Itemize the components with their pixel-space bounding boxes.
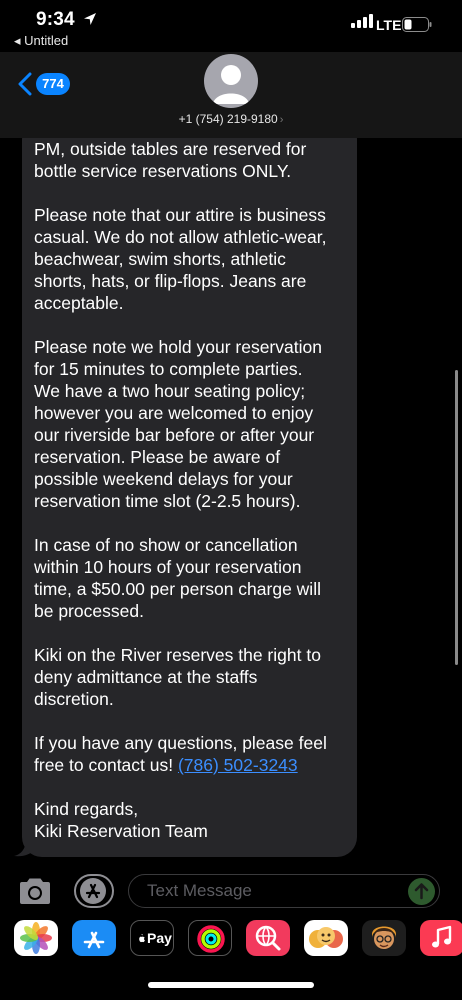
apple-pay-icon [139,933,145,943]
home-indicator[interactable] [148,982,314,988]
fitness-icon [197,925,225,953]
compose-bar [0,864,462,920]
status-bar: 9:34 ◂ Untitled LTE [0,0,462,52]
chevron-right-icon: › [279,114,284,126]
location-arrow-icon [84,13,96,25]
message-paragraph: Please note we hold your reservation for… [34,337,322,511]
app-store-icon [83,931,105,949]
memoji-app-button[interactable] [362,920,406,956]
message-paragraph-contact: If you have any questions, please feel f… [34,732,345,776]
music-app-button[interactable] [420,920,462,956]
camera-icon[interactable] [17,876,53,906]
message-paragraph: In case of no show or cancellation withi… [34,535,321,621]
apple-pay-app-button[interactable]: Pay [130,920,174,956]
scrollbar[interactable] [455,370,458,665]
arrow-up-icon [414,883,429,900]
web-search-icon [255,925,281,951]
message-list[interactable]: reservation. Please note that after 4 PM… [0,138,462,864]
photos-icon [20,922,52,954]
chevron-left-icon [18,72,32,96]
memoji-stickers-icon [309,927,343,948]
phone-link[interactable]: (786) 502-3243 [178,755,298,775]
person-icon [213,65,249,104]
cellular-signal-icon [351,14,373,28]
music-icon [432,925,452,948]
back-to-app-link[interactable]: ◂ Untitled [14,33,68,49]
clock: 9:34 [36,9,75,30]
message-paragraph: Please note that our attire is business … [34,205,327,313]
message-input[interactable] [147,881,397,901]
message-paragraph: reservation. Please note that after 4 PM… [34,139,307,181]
apple-pay-label: Pay [147,930,172,946]
memoji-stickers-app-button[interactable] [304,920,348,956]
network-type: LTE [376,17,402,33]
back-button[interactable]: 774 [16,70,72,100]
contact-number: +1 (754) 219-9180 [178,112,278,126]
battery-icon [402,17,432,32]
message-signoff: Kind regards, Kiki Reservation Team [34,799,208,841]
imessage-app-drawer: Pay [0,920,462,1000]
message-paragraph: Kiki on the River reserves the right to … [34,645,321,709]
message-input-field[interactable] [128,874,440,908]
fitness-app-button[interactable] [188,920,232,956]
incoming-message-bubble[interactable]: reservation. Please note that after 4 PM… [22,138,357,857]
app-store-app-button[interactable] [72,920,116,956]
unread-count-badge: 774 [36,73,70,95]
send-button[interactable] [408,878,435,905]
web-search-app-button[interactable] [246,920,290,956]
contact-avatar[interactable] [204,54,258,108]
photos-app-button[interactable] [14,920,58,956]
memoji-icon [372,926,396,949]
conversation-header: 774 +1 (754) 219-9180 › [0,52,462,138]
app-store-apps-icon[interactable] [74,874,114,908]
contact-name[interactable]: +1 (754) 219-9180 › [0,112,462,126]
